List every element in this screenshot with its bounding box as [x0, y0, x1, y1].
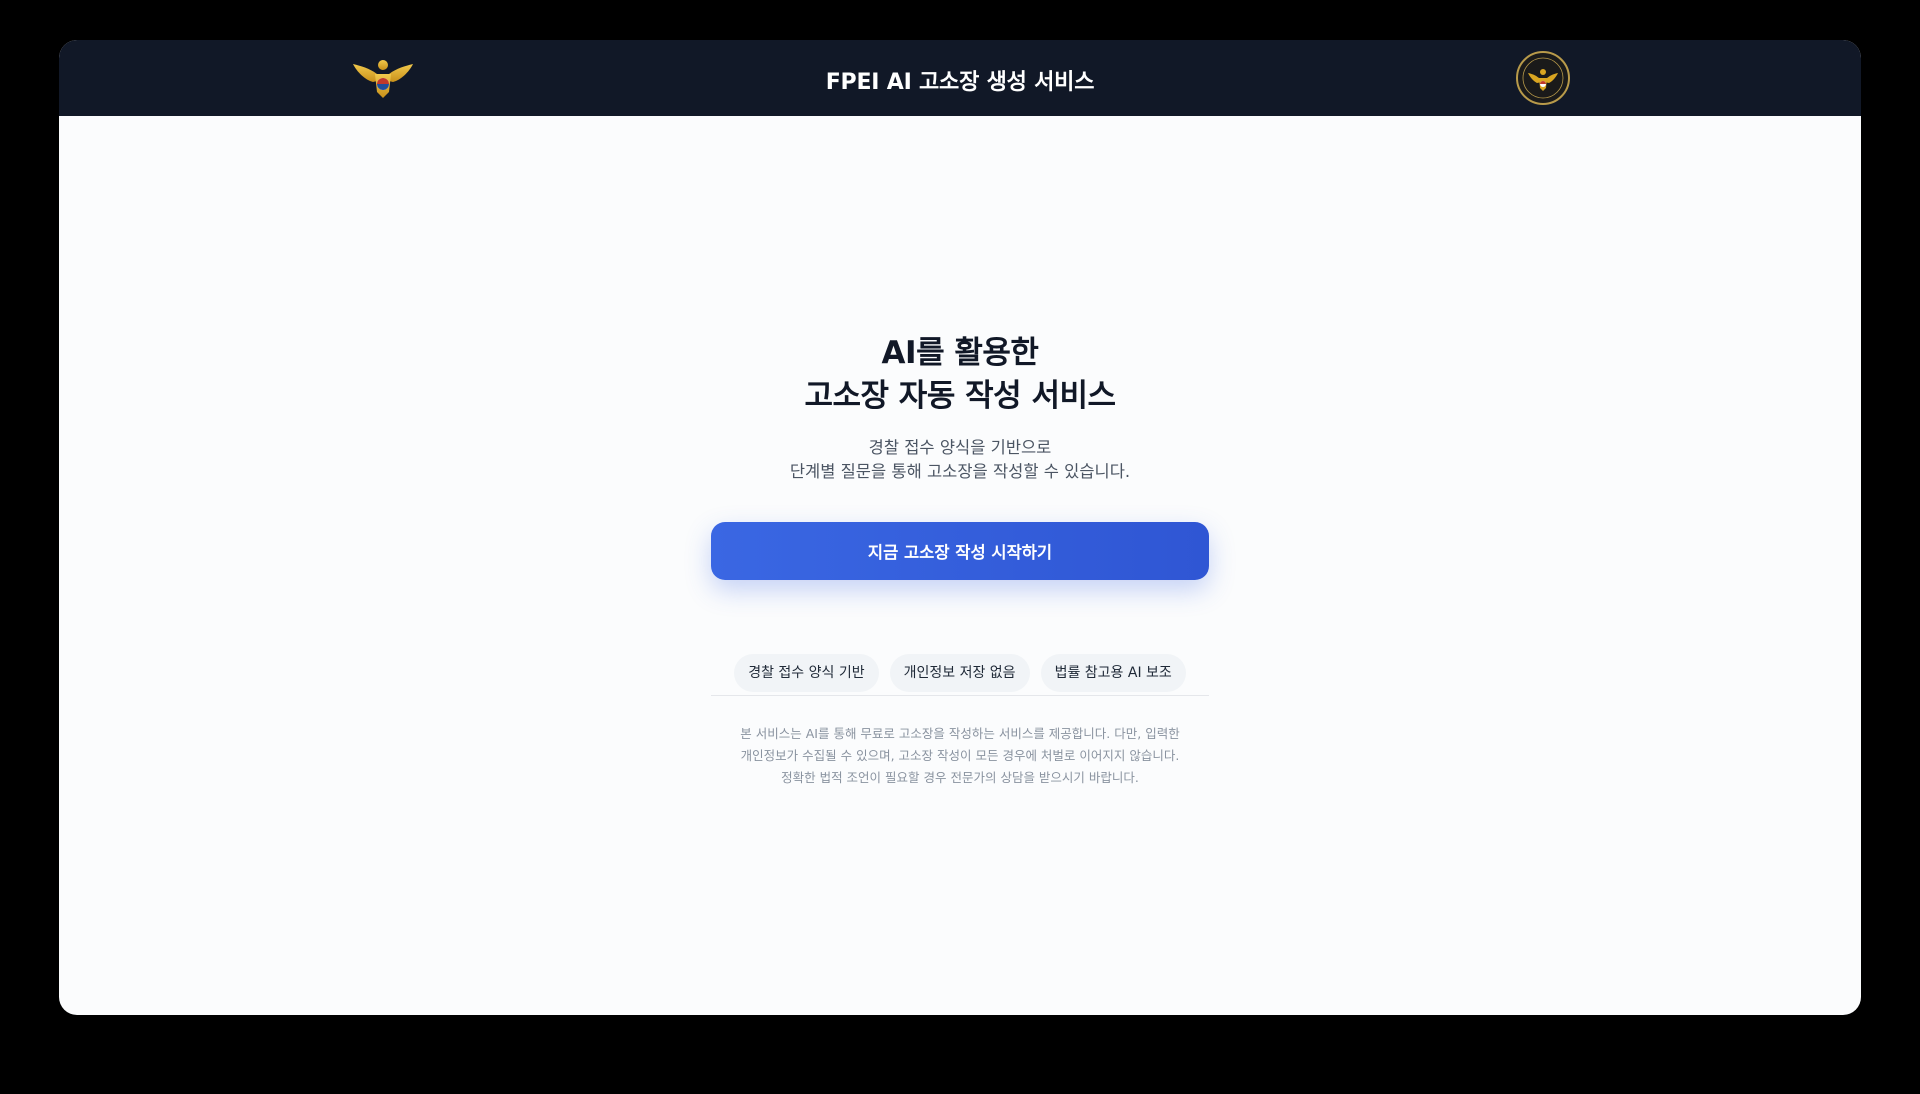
disclaimer-line2: 개인정보가 수집될 수 있으며, 고소장 작성이 모든 경우에 처벌로 이어지지…	[740, 748, 1180, 763]
hero-subtitle-line2: 단계별 질문을 통해 고소장을 작성할 수 있습니다.	[789, 462, 1131, 481]
chip-police-form: 경찰 접수 양식 기반	[734, 654, 879, 692]
chip-legal-ai-assist: 법률 참고용 AI 보조	[1040, 654, 1186, 692]
header-title: FPEI AI 고소장 생성 서비스	[825, 70, 1095, 95]
disclaimer-line1: 본 서비스는 AI를 통해 무료로 고소장을 작성하는 서비스를 제공합니다. …	[740, 726, 1180, 741]
start-complaint-button[interactable]: 지금 고소장 작성 시작하기	[711, 522, 1209, 580]
hero-subtitle-line1: 경찰 접수 양식을 기반으로	[868, 438, 1052, 457]
hero-title: AI를 활용한 고소장 자동 작성 서비스	[59, 332, 1861, 418]
disclaimer: 본 서비스는 AI를 통해 무료로 고소장을 작성하는 서비스를 제공합니다. …	[679, 723, 1241, 789]
hero-subtitle: 경찰 접수 양식을 기반으로 단계별 질문을 통해 고소장을 작성할 수 있습니…	[59, 436, 1861, 484]
app-window: FPEI AI 고소장 생성 서비스 AI를 활용한 고소장 자동 작성 서비스…	[59, 40, 1861, 1015]
disclaimer-line3: 정확한 법적 조언이 필요할 경우 전문가의 상담을 받으시기 바랍니다.	[781, 770, 1139, 785]
chip-no-personal-data: 개인정보 저장 없음	[889, 654, 1030, 692]
police-seal-icon	[1516, 51, 1570, 105]
hero-title-line2: 고소장 자동 작성 서비스	[804, 378, 1116, 414]
hero-title-line1: AI를 활용한	[881, 335, 1039, 371]
divider	[711, 695, 1209, 696]
top-header: FPEI AI 고소장 생성 서비스	[59, 40, 1861, 116]
feature-chips: 경찰 접수 양식 기반 개인정보 저장 없음 법률 참고용 AI 보조	[59, 654, 1861, 692]
